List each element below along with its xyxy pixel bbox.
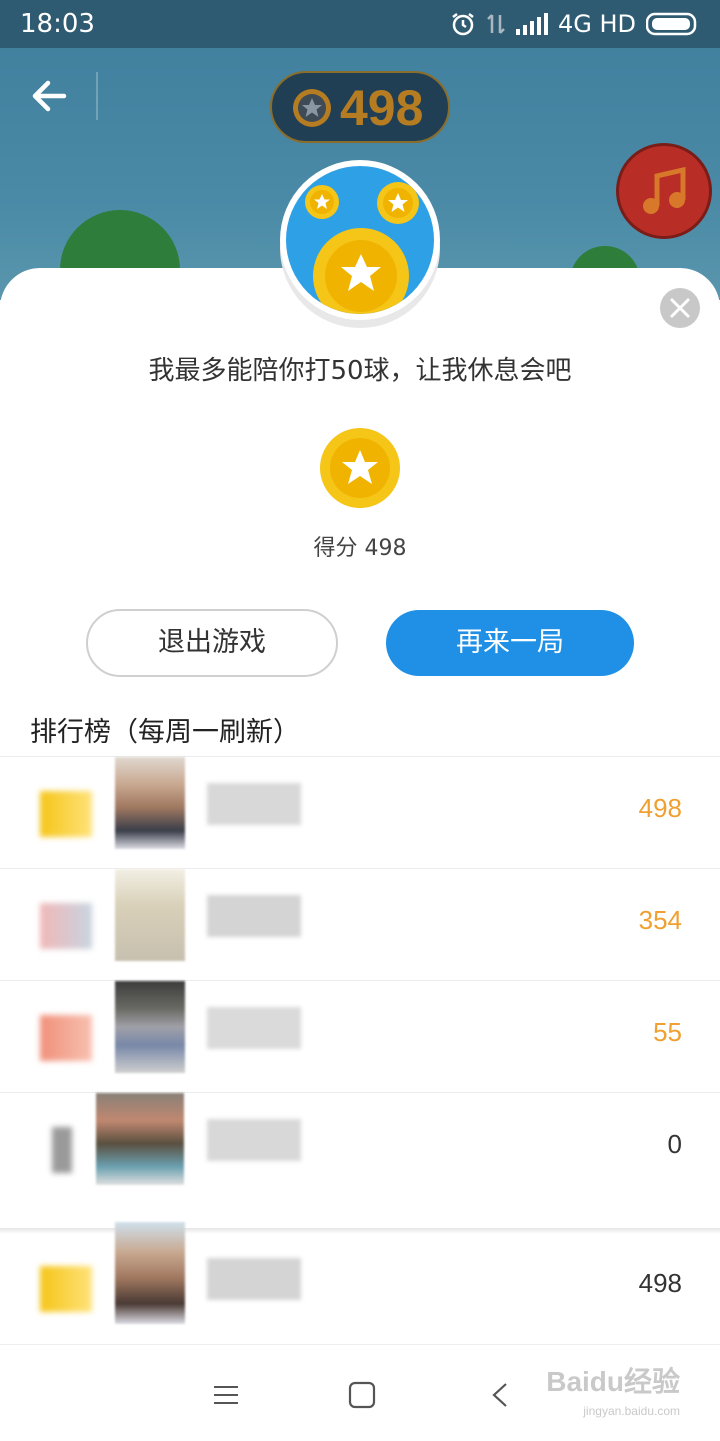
- user-name: [207, 1258, 301, 1300]
- back-nav-icon[interactable]: [486, 1381, 514, 1409]
- data-transfer-icon: [487, 14, 505, 34]
- user-name: [207, 783, 301, 825]
- exit-game-button[interactable]: 退出游戏: [86, 609, 338, 677]
- close-icon: [670, 298, 690, 318]
- rank-badge: [40, 903, 92, 949]
- play-again-button[interactable]: 再来一局: [386, 610, 634, 676]
- network-label: 4G HD: [557, 10, 636, 38]
- rank-badge: [40, 1266, 92, 1312]
- status-time: 18:03: [20, 9, 95, 39]
- signal-icon: [515, 13, 548, 35]
- rank-badge: [40, 791, 92, 837]
- leaderboard-row[interactable]: 0: [0, 1092, 720, 1204]
- user-avatar: [96, 1093, 184, 1185]
- coin-value: 498: [340, 80, 424, 136]
- leaderboard-title: 排行榜（每周一刷新）: [30, 717, 300, 748]
- watermark-logo: Baidu经验: [546, 1366, 680, 1397]
- rank-score: 354: [638, 905, 682, 935]
- menu-icon[interactable]: [212, 1381, 240, 1409]
- battery-icon: [646, 12, 697, 36]
- user-avatar: [115, 757, 185, 849]
- rank-score: 498: [638, 1268, 682, 1298]
- back-button[interactable]: [26, 72, 74, 120]
- status-icons: 4G HD: [450, 8, 700, 40]
- rank-score: 0: [667, 1129, 682, 1159]
- status-bar: 18:03 4G HD: [0, 0, 720, 48]
- score-coin-icon: [320, 428, 400, 508]
- rank-score: 498: [638, 793, 682, 823]
- leaderboard-row[interactable]: 498: [0, 756, 720, 868]
- result-message: 我最多能陪你打50球，让我休息会吧: [148, 356, 572, 386]
- star-coin-icon: [293, 89, 331, 127]
- user-name: [207, 1007, 301, 1049]
- coin-stack-icon: [305, 182, 419, 314]
- user-avatar: [115, 869, 185, 961]
- rank-badge: [40, 1015, 92, 1061]
- score-display: 得分 498: [0, 530, 720, 562]
- user-avatar: [115, 1222, 185, 1324]
- alarm-icon: [452, 13, 474, 36]
- close-button[interactable]: [660, 288, 700, 328]
- music-button[interactable]: [616, 143, 712, 239]
- score-value: 498: [364, 536, 407, 561]
- watermark-url: jingyan.baidu.com: [583, 1404, 680, 1418]
- rank-score: 55: [653, 1017, 682, 1047]
- home-icon[interactable]: [348, 1381, 376, 1409]
- user-avatar: [115, 981, 185, 1073]
- header-divider: [96, 72, 98, 120]
- my-rank-row[interactable]: 498: [0, 1222, 720, 1344]
- user-name: [207, 895, 301, 937]
- rank-badge: [52, 1127, 72, 1173]
- coin-balance: 498: [270, 71, 450, 143]
- mascot-avatar: [286, 166, 434, 314]
- leaderboard-row[interactable]: 354: [0, 868, 720, 980]
- user-name: [207, 1119, 301, 1161]
- score-label: 得分: [313, 536, 358, 561]
- music-note-icon: [643, 166, 686, 214]
- back-arrow-icon: [32, 80, 67, 112]
- leaderboard-row[interactable]: 55: [0, 980, 720, 1092]
